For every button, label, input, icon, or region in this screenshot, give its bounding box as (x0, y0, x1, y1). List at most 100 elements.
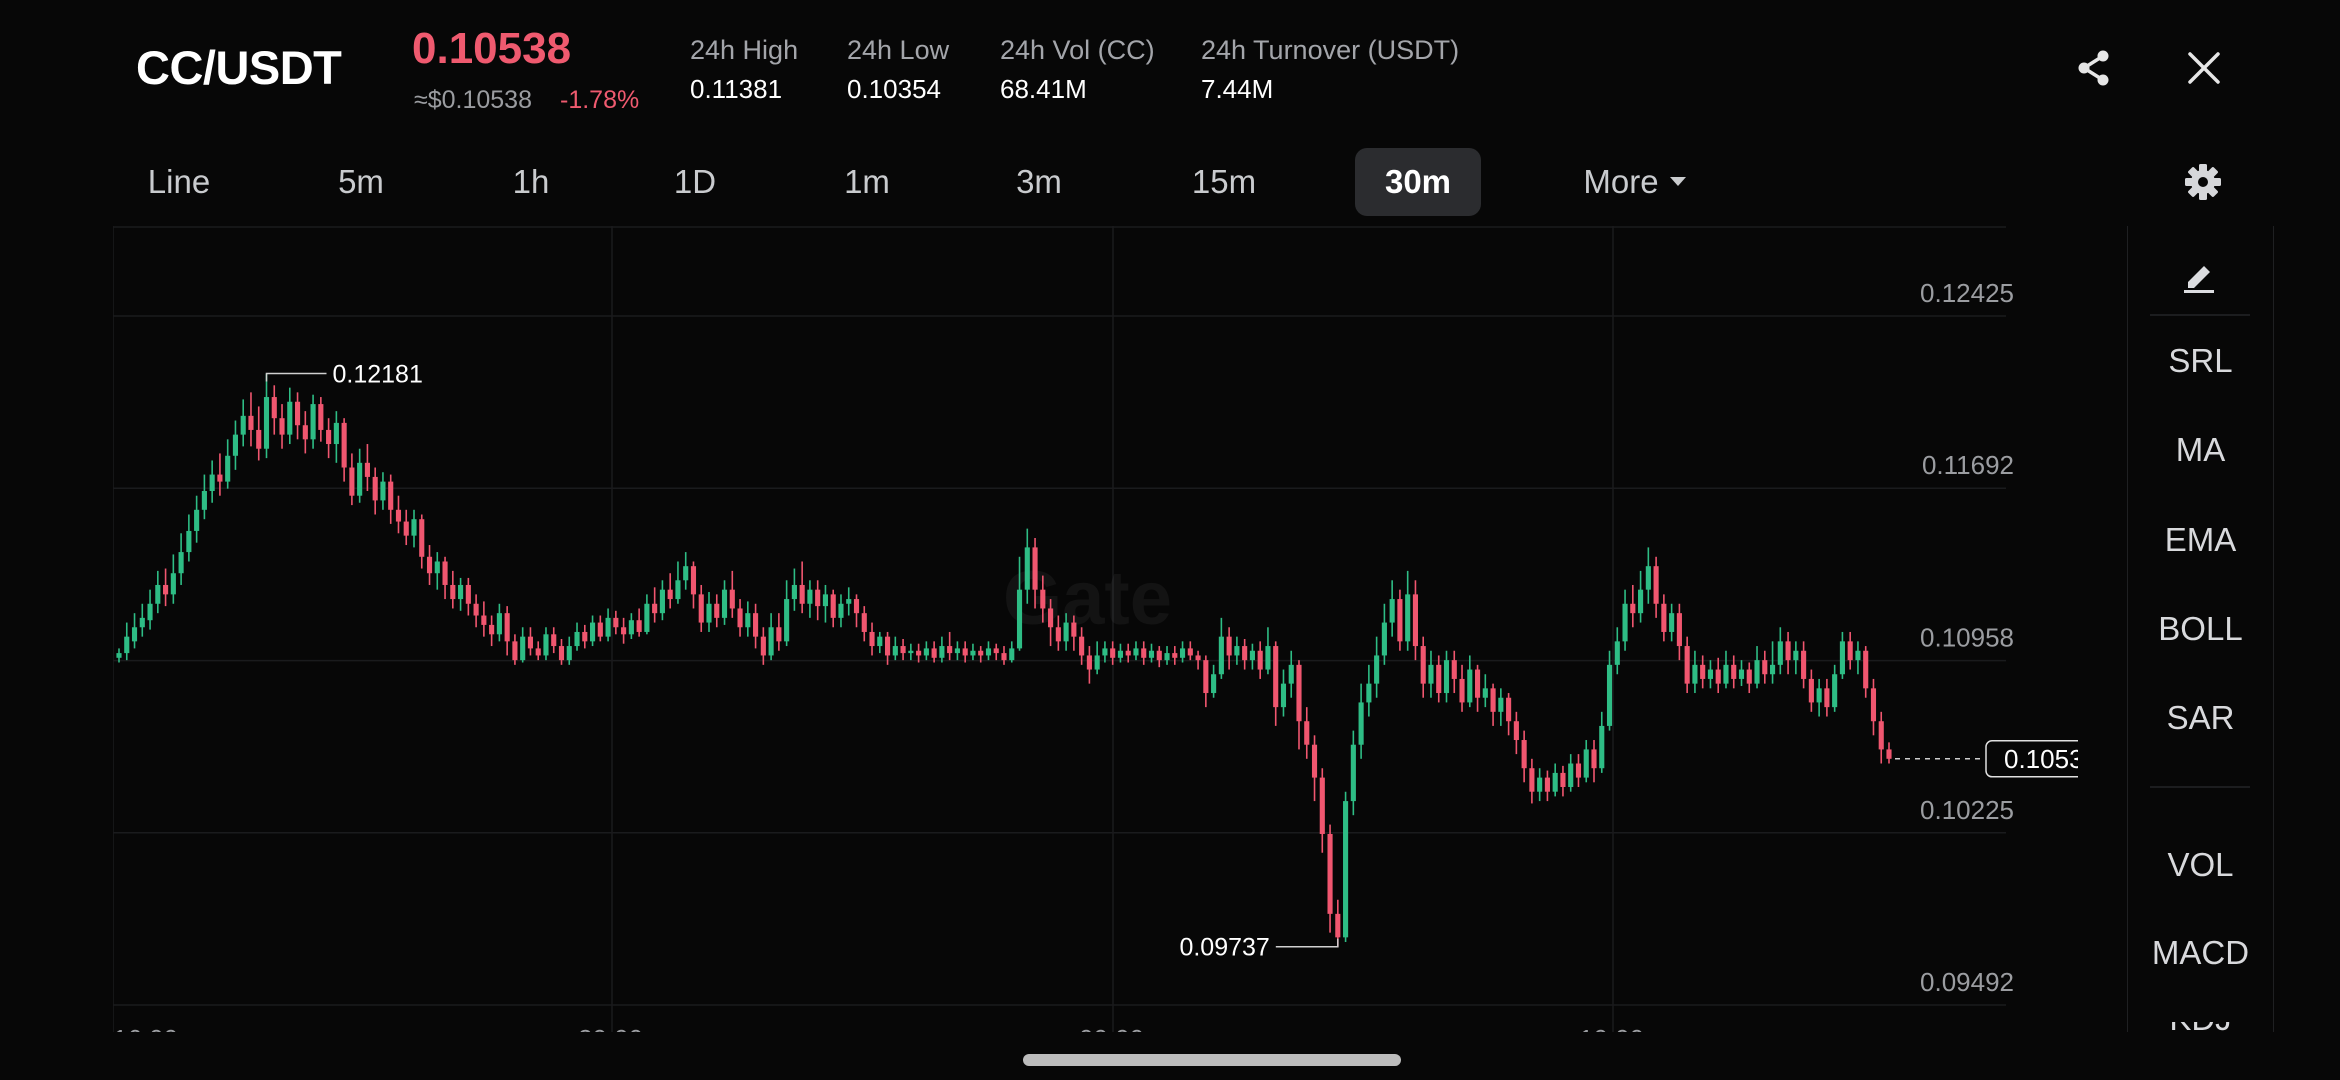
candle-body (1335, 913, 1341, 938)
candle (1661, 594, 1667, 642)
candle (1211, 664, 1217, 698)
candle-body (1886, 749, 1892, 759)
candle-body (753, 613, 759, 637)
candle-body (1280, 683, 1287, 708)
home-indicator[interactable] (1023, 1054, 1401, 1066)
indicator-vol[interactable]: VOL (2128, 846, 2273, 884)
candle (263, 373, 270, 459)
candle (574, 622, 580, 651)
candle-body (1537, 777, 1543, 792)
candle-body (1560, 772, 1566, 788)
candle (1304, 707, 1310, 759)
indicator-ma[interactable]: MA (2128, 431, 2273, 469)
candle-body (954, 648, 960, 654)
candle-body (1001, 653, 1007, 661)
candle (1490, 683, 1496, 726)
indicator-boll[interactable]: BOLL (2128, 610, 2273, 648)
candle (147, 589, 153, 630)
candle-body (326, 429, 332, 445)
candle-body (1343, 801, 1349, 938)
candle (1009, 641, 1015, 663)
tab-1m[interactable]: 1m (806, 148, 928, 216)
tab-15m[interactable]: 15m (1163, 148, 1285, 216)
indicator-ema[interactable]: EMA (2128, 521, 2273, 559)
candle-body (1265, 646, 1271, 670)
candle (644, 594, 650, 635)
tab-1h[interactable]: 1h (470, 148, 592, 216)
candle-body (784, 599, 790, 642)
candle-body (908, 650, 914, 654)
candle-body (1832, 674, 1838, 708)
candle-body (458, 584, 464, 600)
candle (489, 615, 495, 647)
candle-body (1715, 669, 1721, 684)
tab-5m[interactable]: 5m (300, 148, 422, 216)
candle-body (853, 599, 860, 614)
candle-body (217, 474, 223, 482)
indicator-sar[interactable]: SAR (2128, 699, 2273, 737)
candle (721, 580, 728, 625)
indicator-macd[interactable]: MACD (2128, 934, 2273, 972)
candle (209, 460, 215, 503)
candle (729, 570, 735, 618)
candle (1676, 603, 1682, 661)
indicator-kdj[interactable]: KDJ (2128, 1022, 2273, 1032)
candle (527, 627, 534, 656)
draw-tool-button[interactable] (2172, 248, 2228, 304)
indicator-kdj-label: KDJ (2128, 1022, 2273, 1032)
candle (1886, 742, 1892, 764)
candle (1280, 669, 1287, 717)
candle-body (535, 648, 541, 656)
tab-more-label: More (1583, 163, 1659, 200)
candle (690, 561, 697, 609)
candle-body (1226, 636, 1232, 656)
approx-usd-price: ≈$0.10538 (414, 86, 532, 114)
candle (341, 418, 347, 482)
tab-3m[interactable]: 3m (978, 148, 1100, 216)
tab-line[interactable]: Line (118, 148, 240, 216)
candle (1086, 646, 1092, 684)
candle (1544, 770, 1550, 802)
candle (380, 472, 386, 510)
candle-body (1304, 721, 1310, 745)
candle (465, 577, 471, 616)
share-button[interactable] (2066, 40, 2122, 96)
candle-body (1614, 641, 1620, 665)
candle-body (1024, 547, 1030, 590)
candle (1381, 603, 1387, 665)
candle-body (1653, 566, 1659, 604)
candlestick-chart[interactable]: Gate 0.12425 0.11692 0.10958 0.10225 0.09492… (112, 226, 2117, 1054)
candle-body (1032, 547, 1038, 590)
candle-body (543, 634, 549, 656)
chart-canvas[interactable]: Gate 0.124250.116920.109580.102250.09492… (112, 226, 2117, 1054)
candle-body (1110, 648, 1116, 658)
candle (1389, 580, 1395, 637)
stat-label: 24h Low (847, 35, 950, 65)
candle-body (939, 646, 945, 658)
stat-value: 0.11381 (690, 74, 783, 104)
tab-1d[interactable]: 1D (634, 148, 756, 216)
chart-settings-button[interactable] (2175, 154, 2231, 210)
tab-more[interactable]: More (1570, 148, 1700, 216)
price-change-percent: -1.78% (560, 86, 640, 114)
candle (458, 577, 464, 611)
candle (993, 643, 999, 661)
candle-body (1661, 603, 1667, 632)
candle-body (1785, 641, 1791, 661)
candle-body (403, 521, 409, 536)
candle (970, 643, 976, 661)
tab-30m[interactable]: 30m (1355, 148, 1481, 216)
candle (597, 615, 603, 642)
candle-body (318, 404, 324, 430)
candle (846, 587, 852, 616)
candle-body (411, 519, 417, 536)
indicator-srl[interactable]: SRL (2128, 342, 2273, 380)
close-button[interactable] (2176, 40, 2232, 96)
candle-body (1583, 749, 1589, 778)
candle-body (1273, 646, 1279, 708)
candle-body (900, 646, 906, 654)
candle (1459, 664, 1465, 712)
candle-body (1801, 650, 1807, 679)
candle (388, 474, 394, 524)
candle-body (947, 646, 953, 654)
